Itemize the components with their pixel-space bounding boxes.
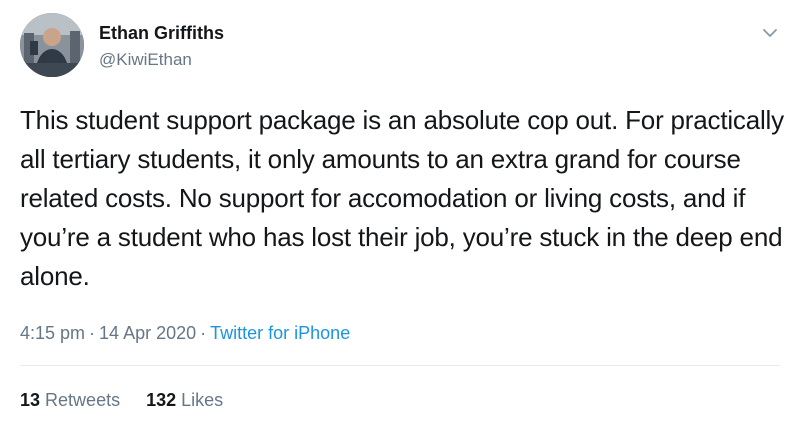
meta-separator: · — [89, 323, 96, 343]
likes-stat[interactable]: 132 Likes — [146, 390, 223, 410]
divider — [20, 365, 780, 366]
likes-label: Likes — [181, 390, 224, 410]
retweets-label: Retweets — [45, 390, 121, 410]
author-handle[interactable]: @KiwiEthan — [99, 50, 192, 70]
likes-count: 132 — [146, 390, 177, 410]
tweet-stats: 13 Retweets 132 Likes — [20, 388, 223, 412]
meta-separator-2: · — [200, 323, 207, 343]
avatar[interactable] — [20, 13, 84, 77]
retweets-count: 13 — [20, 390, 41, 410]
retweets-stat[interactable]: 13 Retweets — [20, 390, 120, 410]
tweet-source-link[interactable]: Twitter for iPhone — [210, 323, 350, 343]
tweet-date[interactable]: 14 Apr 2020 — [99, 323, 196, 343]
tweet-meta: 4:15 pm · 14 Apr 2020 · Twitter for iPhone — [20, 321, 350, 345]
author-name[interactable]: Ethan Griffiths — [99, 22, 224, 44]
tweet-time[interactable]: 4:15 pm — [20, 323, 85, 343]
tweet-text: This student support package is an absol… — [20, 105, 784, 291]
tweet-card: Ethan Griffiths @KiwiEthan This student … — [0, 0, 800, 431]
user-avatar-photo-icon — [20, 13, 84, 77]
chevron-down-icon[interactable] — [760, 23, 780, 43]
